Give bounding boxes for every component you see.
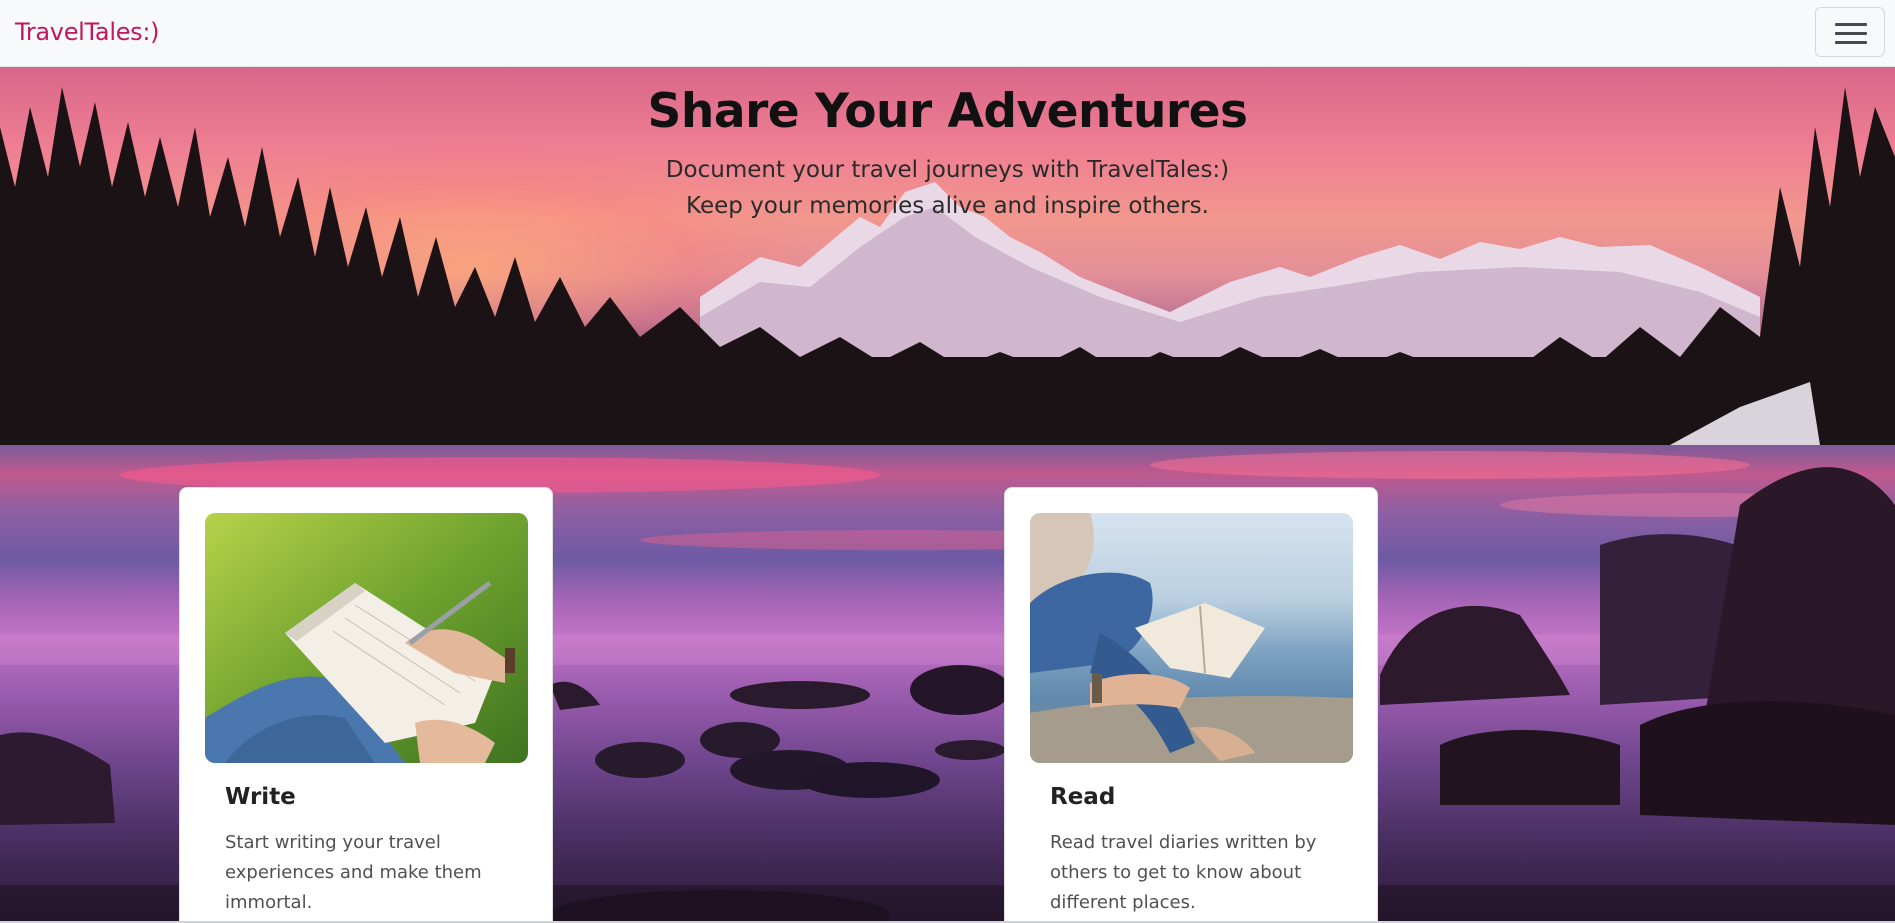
write-card[interactable]: Write Start writing your travel experien… xyxy=(179,487,553,923)
hero-subtitle-line-2: Keep your memories alive and inspire oth… xyxy=(686,193,1209,219)
navbar: TravelTales:) xyxy=(0,0,1895,67)
hero-subtitle-line-1: Document your travel journeys with Trave… xyxy=(665,157,1230,183)
write-card-image xyxy=(205,513,528,763)
hero-title: Share Your Adventures xyxy=(647,84,1248,139)
read-card-title: Read xyxy=(1050,784,1116,810)
brand-link[interactable]: TravelTales:) xyxy=(15,18,160,46)
navbar-toggler-button[interactable] xyxy=(1815,7,1885,57)
hero-banner: Share Your Adventures Document your trav… xyxy=(0,67,1895,445)
read-card-text: Read travel diaries written by others to… xyxy=(1050,832,1317,913)
read-card[interactable]: Read Read travel diaries written by othe… xyxy=(1004,487,1378,923)
read-card-image xyxy=(1030,513,1353,763)
write-card-text: Start writing your travel experiences an… xyxy=(225,832,482,913)
write-card-title: Write xyxy=(225,784,296,810)
hamburger-menu-icon xyxy=(1835,23,1867,26)
